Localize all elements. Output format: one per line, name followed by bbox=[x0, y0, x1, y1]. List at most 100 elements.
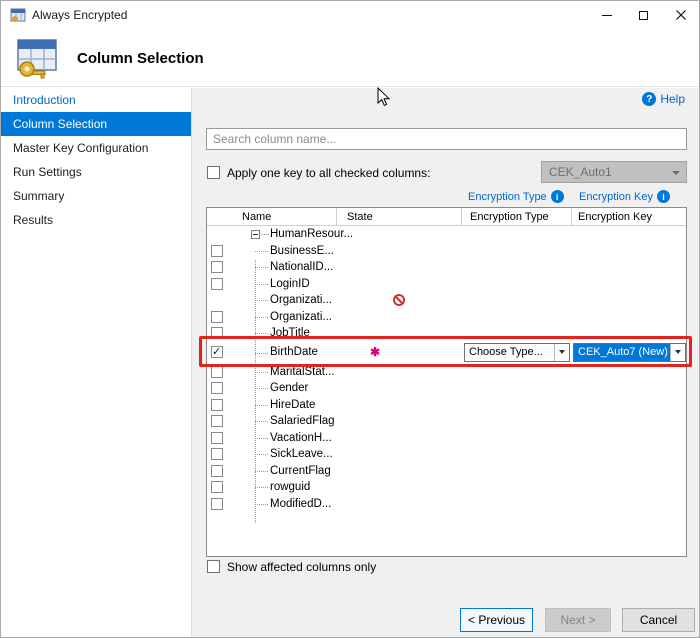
column-name: CurrentFlag bbox=[270, 465, 331, 477]
sidebar-item-master-key-configuration[interactable]: Master Key Configuration bbox=[1, 136, 191, 160]
chevron-down-icon[interactable] bbox=[670, 344, 685, 361]
column-name: VacationH... bbox=[270, 432, 332, 444]
blocked-icon bbox=[393, 294, 405, 306]
row-checkbox[interactable] bbox=[211, 415, 223, 427]
minimize-button[interactable] bbox=[588, 1, 625, 29]
table-row[interactable]: SalariedFlag bbox=[207, 413, 686, 430]
sidebar-item-results[interactable]: Results bbox=[1, 208, 191, 232]
tree-connector bbox=[255, 372, 268, 373]
collapse-expander-icon[interactable] bbox=[251, 230, 260, 239]
row-checkbox[interactable] bbox=[211, 366, 223, 378]
table-name: HumanResour... bbox=[270, 228, 353, 240]
sidebar-item-run-settings[interactable]: Run Settings bbox=[1, 160, 191, 184]
table-row-parent[interactable]: HumanResour... bbox=[207, 226, 686, 243]
tree-connector bbox=[255, 333, 268, 334]
sidebar-item-introduction[interactable]: Introduction bbox=[1, 88, 191, 112]
table-row[interactable]: JobTitle bbox=[207, 325, 686, 342]
table-row[interactable]: BusinessE... bbox=[207, 243, 686, 260]
show-affected-checkbox[interactable] bbox=[207, 560, 220, 573]
close-button[interactable] bbox=[662, 1, 699, 29]
row-checkbox[interactable] bbox=[211, 448, 223, 460]
tree-connector bbox=[255, 504, 268, 505]
info-icon[interactable]: i bbox=[551, 190, 564, 203]
row-checkbox[interactable] bbox=[211, 261, 223, 273]
row-checkbox[interactable] bbox=[211, 432, 223, 444]
header-encryption-key: Encryption Key bbox=[572, 208, 686, 225]
next-button: Next > bbox=[545, 608, 611, 632]
row-checkbox[interactable] bbox=[211, 311, 223, 323]
tree-connector bbox=[255, 300, 268, 301]
always-encrypted-window: Always Encrypted Column Selection bbox=[0, 0, 700, 638]
encryption-key-link-label: Encryption Key bbox=[579, 191, 653, 203]
header-encryption-type: Encryption Type bbox=[462, 208, 572, 225]
table-row[interactable]: Organizati... bbox=[207, 292, 686, 309]
apply-key-dropdown[interactable]: CEK_Auto1 bbox=[541, 161, 687, 183]
wizard-steps-sidebar: Introduction Column Selection Master Key… bbox=[1, 88, 191, 637]
column-name: MaritalStat... bbox=[270, 366, 335, 378]
column-name: Organizati... bbox=[270, 294, 332, 306]
tree-connector bbox=[255, 251, 268, 252]
table-row-birthdate[interactable]: BirthDate Choose Type... CEK_Auto7 (New) bbox=[207, 342, 686, 364]
tree-connector bbox=[255, 267, 268, 268]
app-icon-small bbox=[10, 7, 26, 23]
column-name: rowguid bbox=[270, 481, 310, 493]
title-bar: Always Encrypted bbox=[1, 1, 699, 29]
tree-connector bbox=[255, 388, 268, 389]
tree-connector bbox=[255, 454, 268, 455]
row-checkbox[interactable] bbox=[211, 498, 223, 510]
table-row[interactable]: Gender bbox=[207, 380, 686, 397]
tree-connector bbox=[255, 487, 268, 488]
columns-grid: Name State Encryption Type Encryption Ke… bbox=[206, 207, 687, 557]
chevron-down-icon[interactable] bbox=[554, 344, 569, 361]
table-row[interactable]: ModifiedD... bbox=[207, 496, 686, 513]
table-row[interactable]: CurrentFlag bbox=[207, 463, 686, 480]
row-checkbox[interactable] bbox=[211, 245, 223, 257]
pending-change-icon bbox=[370, 345, 380, 359]
row-checkbox[interactable] bbox=[211, 278, 223, 290]
row-checkbox[interactable] bbox=[211, 399, 223, 411]
table-row[interactable]: VacationH... bbox=[207, 430, 686, 447]
window-title: Always Encrypted bbox=[32, 8, 127, 22]
header-name: Name bbox=[207, 208, 337, 225]
encryption-key-dropdown[interactable]: CEK_Auto7 (New) bbox=[573, 343, 686, 362]
grid-rows: HumanResour... BusinessE... NationalID..… bbox=[207, 226, 686, 512]
sidebar-item-summary[interactable]: Summary bbox=[1, 184, 191, 208]
table-row[interactable]: Organizati... bbox=[207, 309, 686, 326]
table-row[interactable]: NationalID... bbox=[207, 259, 686, 276]
apply-key-checkbox[interactable] bbox=[207, 166, 220, 179]
row-checkbox[interactable] bbox=[211, 382, 223, 394]
search-input[interactable] bbox=[206, 128, 687, 150]
close-icon bbox=[676, 10, 686, 20]
column-name: BirthDate bbox=[270, 346, 318, 358]
apply-key-label: Apply one key to all checked columns: bbox=[227, 166, 430, 180]
encryption-type-link[interactable]: Encryption Type i bbox=[468, 190, 564, 203]
row-checkbox[interactable] bbox=[211, 465, 223, 477]
row-checkbox[interactable] bbox=[211, 481, 223, 493]
row-checkbox-checked[interactable] bbox=[211, 346, 223, 358]
tree-connector bbox=[255, 353, 268, 354]
apply-key-dropdown-value: CEK_Auto1 bbox=[549, 165, 612, 179]
encryption-type-link-label: Encryption Type bbox=[468, 191, 547, 203]
encryption-type-value: Choose Type... bbox=[465, 344, 554, 361]
encryption-key-value: CEK_Auto7 (New) bbox=[574, 344, 670, 361]
table-row[interactable]: MaritalStat... bbox=[207, 364, 686, 381]
encryption-type-dropdown[interactable]: Choose Type... bbox=[464, 343, 570, 362]
column-name: NationalID... bbox=[270, 261, 333, 273]
info-icon[interactable]: i bbox=[657, 190, 670, 203]
column-name: Organizati... bbox=[270, 311, 332, 323]
table-row[interactable]: HireDate bbox=[207, 397, 686, 414]
row-checkbox[interactable] bbox=[211, 327, 223, 339]
maximize-button[interactable] bbox=[625, 1, 662, 29]
table-row[interactable]: LoginID bbox=[207, 276, 686, 293]
table-key-icon bbox=[13, 33, 61, 81]
column-name: LoginID bbox=[270, 278, 310, 290]
sidebar-item-column-selection[interactable]: Column Selection bbox=[1, 112, 191, 136]
grid-header: Name State Encryption Type Encryption Ke… bbox=[207, 208, 686, 226]
previous-button[interactable]: < Previous bbox=[460, 608, 533, 632]
table-row[interactable]: SickLeave... bbox=[207, 446, 686, 463]
help-link[interactable]: ? Help bbox=[642, 92, 685, 106]
encryption-key-link[interactable]: Encryption Key i bbox=[579, 190, 670, 203]
table-row[interactable]: rowguid bbox=[207, 479, 686, 496]
cancel-button[interactable]: Cancel bbox=[622, 608, 695, 632]
tree-connector bbox=[255, 421, 268, 422]
